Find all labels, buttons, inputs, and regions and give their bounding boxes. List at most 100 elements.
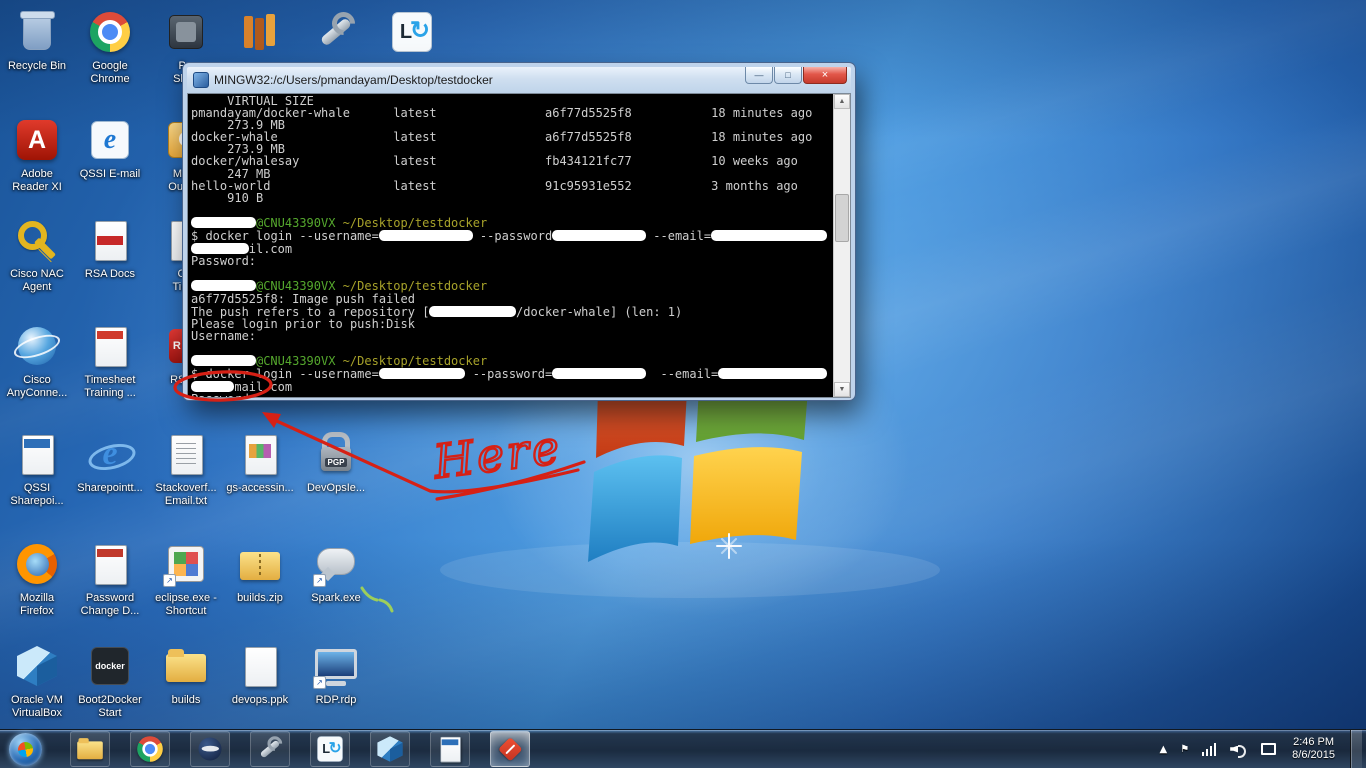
start-button[interactable] [6,730,44,768]
desktop-icon-recycle-bin[interactable]: Recycle Bin [1,8,73,73]
maximize-button[interactable]: □ [774,67,802,84]
taskbar-item-google-chrome[interactable] [130,731,170,767]
desktop-icon-cisco-anyconnect[interactable]: Cisco AnyConne... [1,322,73,400]
desktop-icon-sharepoint[interactable]: e Sharepointt... [74,430,146,495]
minimize-button[interactable]: — [745,67,773,84]
taskbar-item-git-bash[interactable] [490,731,530,767]
desktop-icon-library-books[interactable] [224,8,296,60]
desktop-icon-label: Cisco AnyConne... [6,374,68,399]
taskbar-item-notepad[interactable] [430,731,470,767]
window-controls: — □ × [744,67,847,84]
devops-pgp-icon: PGP [312,430,360,478]
shr-app-icon [162,8,210,56]
desktop-icon-oracle-virtualbox[interactable]: Oracle VM VirtualBox [1,642,73,720]
desktop-icon-builds-zip[interactable]: builds.zip [224,540,296,605]
terminal-line: Please login prior to push:Disk [191,316,415,331]
taskbar-item-putty-tools[interactable] [250,731,290,767]
redaction-mark [378,230,473,242]
clock-time: 2:46 PM [1293,736,1335,748]
network-button[interactable] [1258,741,1277,757]
boot2docker-start-icon: docker [86,642,134,690]
desktop-icon-qssi-sharepoint[interactable]: QSSI Sharepoi... [1,430,73,508]
desktop-icon-kitematic[interactable]: L [376,8,448,60]
volume-button[interactable] [1228,741,1249,758]
scroll-down-icon[interactable]: ▼ [834,382,850,397]
recycle-bin-icon [13,8,61,56]
desktop-icon-boot2docker-start[interactable]: docker Boot2Docker Start [74,642,146,720]
mingw-window-icon [193,72,209,88]
desktop-icon-label: Recycle Bin [7,60,67,72]
desktop-icon-qssi-email[interactable]: e QSSI E-mail [74,116,146,181]
oracle-virtualbox-icon [375,734,406,765]
taskbar-item-kitematic[interactable]: L [310,731,350,767]
library-books-icon [236,8,284,56]
terminal-output: VIRTUAL SIZE pmandayam/docker-whale lates… [191,95,832,397]
show-hidden-icons-button[interactable]: ▲ [1158,742,1170,757]
eclipse-shortcut-icon: ↗ [162,540,210,588]
terminal-line: a6f77d5525f8: Image push failed [191,291,415,306]
desktop-icon-label: Oracle VM VirtualBox [11,694,63,719]
terminal-body[interactable]: VIRTUAL SIZE pmandayam/docker-whale lates… [187,93,851,398]
desktop-icon-label: Stackoverf... Email.txt [155,482,217,507]
desktop-icon-password-change-doc[interactable]: Password Change D... [74,540,146,618]
desktop-icon-google-chrome[interactable]: Google Chrome [74,8,146,86]
desktop-icon-devops-ppk[interactable]: devops.ppk [224,642,296,707]
shortcut-arrow-icon: ↗ [313,676,326,689]
redaction-mark [711,230,827,242]
close-button[interactable]: × [803,67,847,84]
redaction-mark [191,216,256,228]
stackoverflow-email-icon [162,430,210,478]
scrollbar-thumb[interactable] [835,194,849,242]
redaction-mark [191,381,235,393]
desktop-icon-label: Cisco NAC Agent [10,268,64,293]
desktop-icon-stackoverflow-email[interactable]: Stackoverf... Email.txt [150,430,222,508]
desktop-icon-spark-exe[interactable]: ↗ Spark.exe [300,540,372,605]
taskbar-items: L [60,731,540,767]
icon-glyph: e [102,435,118,472]
desktop-icon-builds-folder[interactable]: builds [150,642,222,707]
rsa-docs-icon [86,216,134,264]
desktop-icon-devops-pgp[interactable]: PGP DevOpsIe... [300,430,372,495]
desktop-icon-label: Google Chrome [90,60,130,85]
terminal-line: 910 B [191,190,264,205]
terminal-line: docker-whale latest a6f77d5525f8 18 minu… [191,130,813,145]
desktop-icon-gs-accessing[interactable]: gs-accessin... [224,430,296,495]
timesheet-training-icon [86,322,134,370]
scroll-up-icon[interactable]: ▲ [834,94,850,109]
terminal-titlebar[interactable]: MINGW32:/c/Users/pmandayam/Desktop/testd… [187,67,851,93]
desktop-icon-cisco-nac-agent[interactable]: Cisco NAC Agent [1,216,73,294]
signal-strength-button[interactable] [1200,741,1219,758]
clock[interactable]: 2:46 PM 8/6/2015 [1286,736,1341,762]
gs-accessing-icon [236,430,284,478]
terminal-line: mail.com [191,380,832,393]
rdp-file-icon: ↗ [312,642,360,690]
desktop-icon-mozilla-firefox[interactable]: Mozilla Firefox [1,540,73,618]
putty-tools-icon [312,8,360,56]
taskbar-item-eclipse[interactable] [190,731,230,767]
terminal-window[interactable]: MINGW32:/c/Users/pmandayam/Desktop/testd… [183,63,855,400]
desktop-icon-adobe-reader[interactable]: A Adobe Reader XI [1,116,73,194]
desktop-icon-label: Spark.exe [311,592,361,604]
desktop-icon-putty-tools[interactable] [300,8,372,60]
desktop-icon-eclipse-shortcut[interactable]: ↗ eclipse.exe - Shortcut [150,540,222,618]
redaction-mark [378,368,466,380]
desktop-icon-rsa-docs[interactable]: RSA Docs [74,216,146,281]
putty-tools-icon [255,734,286,765]
desktop-icon-label: builds.zip [237,592,283,604]
taskbar-item-windows-explorer[interactable] [70,731,110,767]
icon-glyph: L [399,20,413,43]
taskbar-item-oracle-virtualbox[interactable] [370,731,410,767]
mozilla-firefox-icon [13,540,61,588]
terminal-scrollbar[interactable]: ▲ ▼ [833,94,850,397]
action-center-flag-button[interactable]: ⚑ [1178,742,1191,757]
qssi-email-icon: e [86,116,134,164]
devops-ppk-icon [236,642,284,690]
icon-glyph: docker [95,661,125,671]
show-desktop-button[interactable] [1350,730,1362,768]
desktop-icon-rdp-file[interactable]: ↗ RDP.rdp [300,642,372,707]
terminal-line: $ docker login --username= --password --… [191,229,832,242]
desktop-icon-timesheet-training[interactable]: Timesheet Training ... [74,322,146,400]
eclipse-icon [195,734,226,765]
volume-icon [1230,743,1247,758]
adobe-reader-icon: A [13,116,61,164]
